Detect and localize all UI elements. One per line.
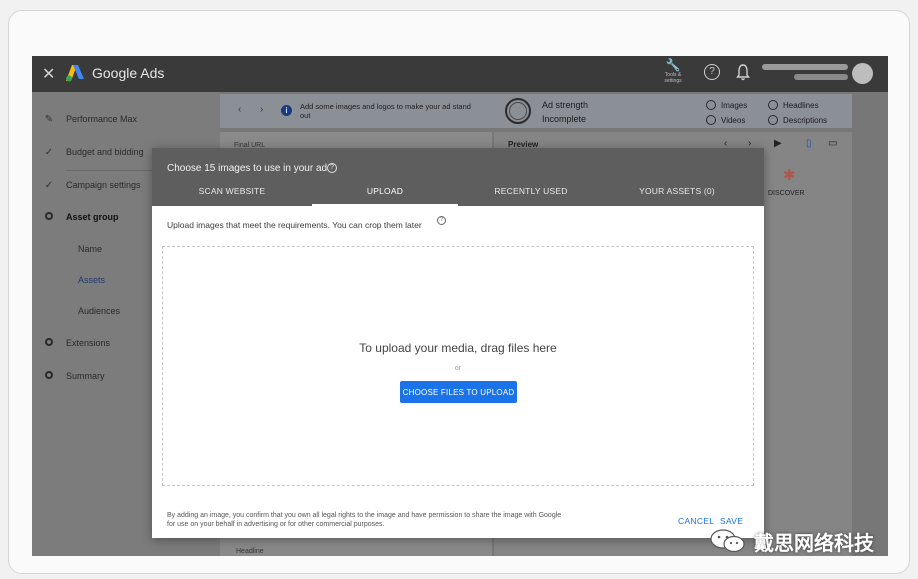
account-name-placeholder[interactable]: [762, 64, 848, 70]
sidebar-item-label: Performance Max: [66, 114, 138, 124]
sidebar-item-extensions[interactable]: Extensions: [32, 332, 110, 354]
tools-settings-button[interactable]: 🔧 Tools & settings: [660, 58, 686, 84]
sidebar-item-label: Extensions: [66, 338, 111, 348]
sidebar-item-label: Budget and bidding: [66, 147, 144, 157]
google-ads-logo-icon: [66, 65, 84, 82]
chevron-left-icon[interactable]: ‹: [238, 104, 241, 115]
sidebar-item-label: Asset group: [66, 212, 119, 222]
help-icon[interactable]: ?: [704, 64, 720, 80]
circle-icon: [45, 337, 53, 346]
sidebar-item-campaign-settings[interactable]: ✓ Campaign settings: [32, 174, 141, 196]
help-icon[interactable]: ?: [327, 163, 337, 173]
upload-instructions: Upload images that meet the requirements…: [167, 220, 422, 230]
chevron-right-icon[interactable]: ›: [260, 104, 263, 115]
cancel-button[interactable]: CANCEL: [678, 516, 714, 526]
sidebar-item-assets[interactable]: Assets: [32, 269, 105, 291]
ad-strength-label: Ad strength: [542, 100, 589, 110]
help-icon[interactable]: ?: [437, 216, 446, 225]
circle-icon: [45, 370, 53, 379]
save-button[interactable]: SAVE: [720, 516, 743, 526]
desktop-icon[interactable]: ▭: [828, 138, 837, 149]
circle-icon: [706, 100, 716, 110]
account-id-placeholder: [794, 74, 848, 80]
mobile-icon[interactable]: ▯: [806, 138, 812, 149]
discover-icon: ✱: [783, 167, 796, 184]
tools-settings-label: Tools & settings: [664, 72, 682, 84]
check-icon: ✓: [44, 146, 54, 158]
brand-name: Google Ads: [92, 65, 165, 81]
drop-zone-title: To upload your media, drag files here: [359, 341, 557, 355]
sidebar-item-label: Summary: [66, 371, 105, 381]
drop-zone-or: or: [454, 365, 462, 372]
info-icon: i: [281, 105, 292, 116]
top-bar: ✕ Google Ads 🔧 Tools & settings ?: [32, 56, 888, 92]
info-message: Add some images and logos to make your a…: [300, 102, 471, 120]
dialog-title: Choose 15 images to use in your ad: [167, 163, 328, 174]
circle-icon: [706, 115, 716, 125]
checklist-headlines: Headlines: [768, 100, 819, 110]
sidebar-item-audiences[interactable]: Audiences: [32, 300, 120, 322]
sidebar-item-label: Campaign settings: [66, 180, 141, 190]
tab-your-assets[interactable]: YOUR ASSETS (0): [604, 186, 750, 206]
wechat-icon: [710, 529, 745, 553]
tab-upload[interactable]: UPLOAD: [312, 186, 458, 206]
sidebar-item-asset-group[interactable]: Asset group: [32, 206, 119, 228]
sidebar-item-label: Assets: [78, 275, 106, 285]
check-icon: ✓: [44, 179, 54, 191]
circle-icon: [45, 211, 53, 220]
sidebar-item-label: Name: [78, 244, 103, 254]
sidebar-item-performance-max[interactable]: ✎ Performance Max: [32, 108, 137, 130]
choose-files-button[interactable]: CHOOSE FILES TO UPLOAD: [400, 381, 517, 403]
checklist-images: Images: [706, 100, 747, 110]
tab-scan-website[interactable]: SCAN WEBSITE: [152, 186, 312, 206]
checklist-videos: Videos: [706, 115, 745, 125]
sidebar-item-name[interactable]: Name: [32, 238, 102, 260]
headline-label: Headline: [236, 548, 264, 555]
sidebar-item-summary[interactable]: Summary: [32, 365, 105, 387]
dialog-header: Choose 15 images to use in your ad ? SCA…: [152, 148, 764, 206]
legal-notice: By adding an image, you confirm that you…: [167, 512, 562, 528]
watermark-text: 戴思网络科技: [754, 533, 874, 555]
bell-icon[interactable]: [736, 63, 750, 81]
file-drop-zone[interactable]: To upload your media, drag files here or…: [162, 246, 754, 486]
circle-icon: [768, 100, 778, 110]
image-upload-dialog: Choose 15 images to use in your ad ? SCA…: [152, 148, 764, 538]
close-icon[interactable]: ✕: [42, 64, 55, 84]
play-icon[interactable]: ▶: [774, 138, 782, 149]
circle-icon: [768, 115, 778, 125]
sidebar-item-label: Audiences: [78, 306, 121, 316]
checklist-descriptions: Descriptions: [768, 115, 827, 125]
ad-strength-gauge-inner: [509, 102, 527, 120]
tab-recently-used[interactable]: RECENTLY USED: [458, 186, 604, 206]
discover-label[interactable]: DISCOVER: [768, 190, 805, 197]
asset-info-bar: ‹ › i Add some images and logos to make …: [220, 94, 852, 128]
ad-strength-value: Incomplete: [542, 114, 587, 124]
avatar[interactable]: [852, 63, 873, 84]
wrench-icon: 🔧: [665, 58, 681, 72]
sidebar-item-budget[interactable]: ✓ Budget and bidding: [32, 141, 144, 163]
pencil-icon: ✎: [44, 113, 54, 125]
